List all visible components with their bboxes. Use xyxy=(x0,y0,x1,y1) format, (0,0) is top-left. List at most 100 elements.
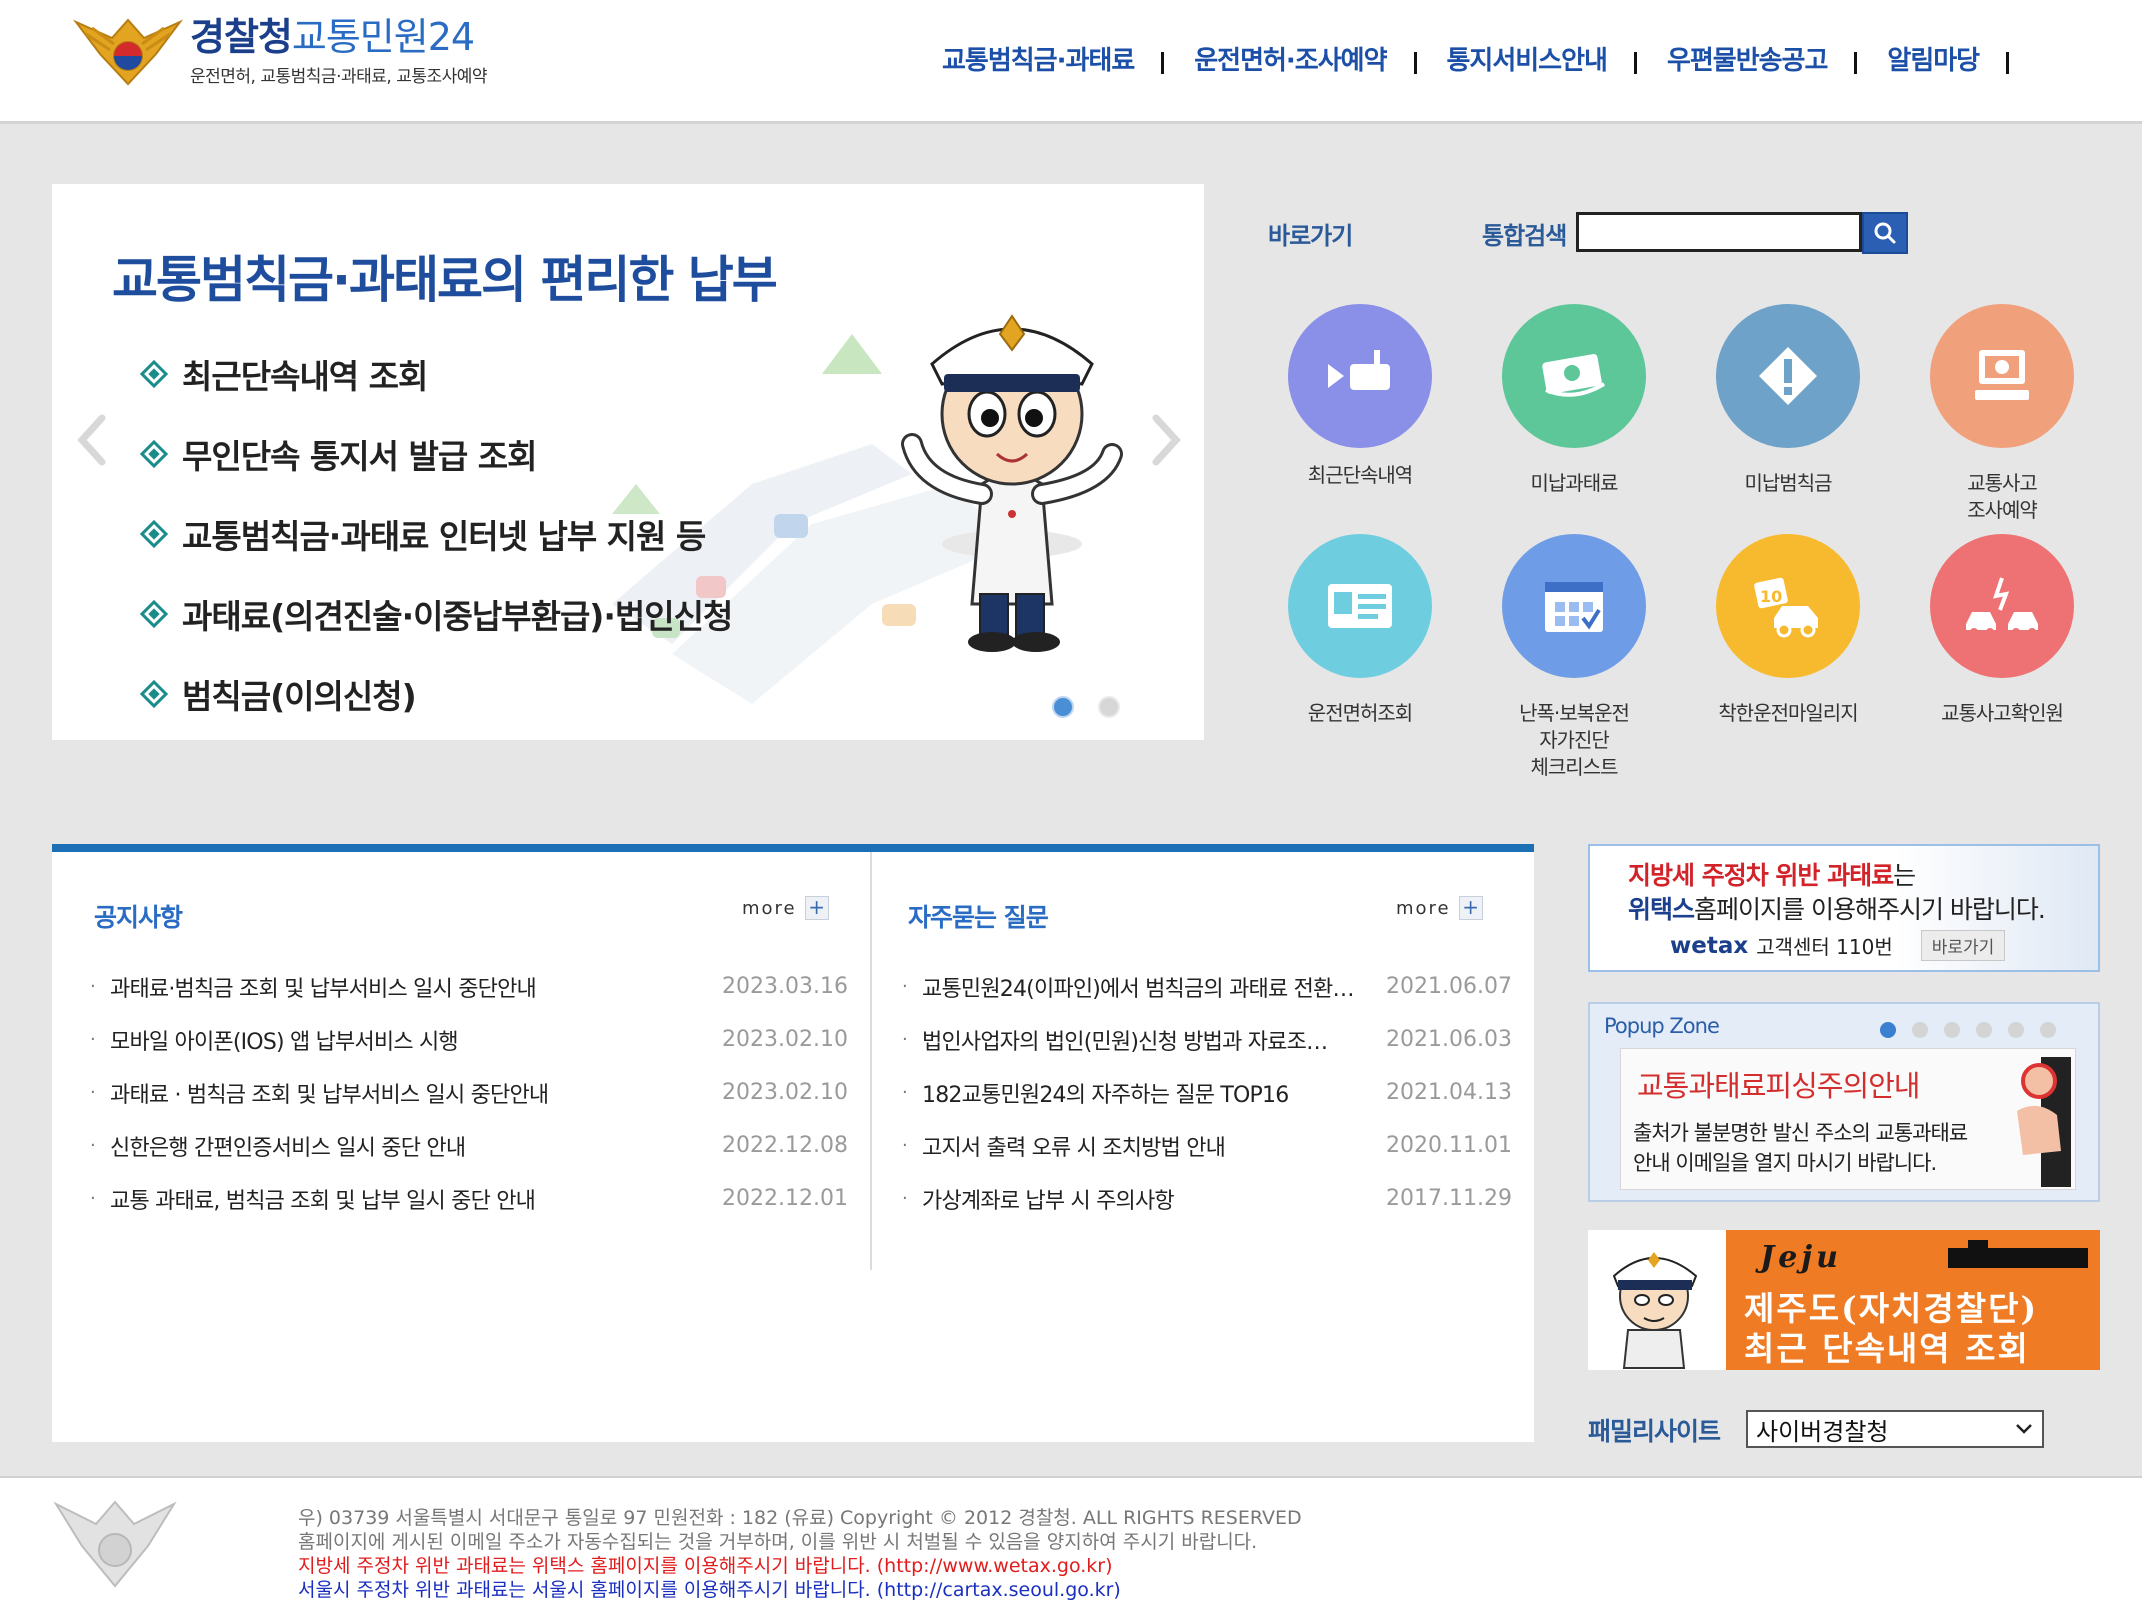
computer-icon xyxy=(1930,304,2074,448)
popup-dot-6[interactable] xyxy=(2040,1022,2056,1038)
popup-indicator xyxy=(1880,1022,2072,1038)
car-crash-icon xyxy=(1930,534,2074,678)
jeju-signature: Jeju xyxy=(1760,1240,1842,1275)
warning-icon xyxy=(1716,304,1860,448)
svg-text:10: 10 xyxy=(1760,587,1782,606)
quick-recent-violations[interactable]: 최근단속내역 xyxy=(1280,304,1440,489)
notice-row[interactable]: · 과태료·범칙금 조회 및 납부서비스 일시 중단안내 2023.03.16 xyxy=(90,960,848,1013)
notice-row[interactable]: · 모바일 아이폰(IOS) 앱 납부서비스 시행 2023.02.10 xyxy=(90,1013,848,1066)
quick-unpaid-fines[interactable]: 미납과태료 xyxy=(1494,304,1654,497)
faq-list: · 교통민원24(이파인)에서 범칙금의 과태료 전환… 2021.06.07 · 법… xyxy=(902,960,1512,1225)
calendar-check-icon xyxy=(1502,534,1646,678)
nav-notification-service[interactable]: 통지서비스안내 xyxy=(1417,40,1638,77)
footer-email-notice: 홈페이지에 게시된 이메일 주소가 자동수집되는 것을 거부하며, 이를 위반 … xyxy=(298,1531,1258,1553)
hero-service-list: 최근단속내역 조회 무인단속 통지서 발급 조회 교통범칙금·과태료 인터넷 납… xyxy=(139,334,733,734)
popup-zone-title: Popup Zone xyxy=(1604,1014,1720,1038)
phishing-notice-banner[interactable]: 교통과태료피싱주의안내 출처가 불분명한 발신 주소의 교통과태료 안내 이메일… xyxy=(1620,1048,2076,1190)
notice-board: 공지사항 more + · 과태료·범칙금 조회 및 납부서비스 일시 중단안내 20… xyxy=(52,852,870,1272)
wetax-banner[interactable]: 지방세 주정차 위반 과태료는 위택스홈페이지를 이용해주시기 바랍니다. we… xyxy=(1588,844,2100,972)
nav-notice-board[interactable]: 알림마당 xyxy=(1857,40,2009,77)
notice-row[interactable]: · 교통 과태료, 범칙금 조회 및 납부 일시 중단 안내 2022.12.01 xyxy=(90,1172,848,1225)
hand-pointer-icon xyxy=(2017,1057,2071,1187)
faq-board: 자주묻는 질문 more + · 교통민원24(이파인)에서 범칙금의 과태료 전환… xyxy=(870,852,1534,1270)
board-section: 공지사항 more + · 과태료·범칙금 조회 및 납부서비스 일시 중단안내 20… xyxy=(52,844,1534,1442)
family-site-label: 패밀리사이트 xyxy=(1588,1417,1721,1446)
popup-dot-1[interactable] xyxy=(1880,1022,1896,1038)
quick-unpaid-penalties[interactable]: 미납범칙금 xyxy=(1708,304,1868,497)
nav-returned-mail[interactable]: 우편물반송공고 xyxy=(1637,40,1858,77)
plus-icon: + xyxy=(1458,896,1483,920)
nav-fines[interactable]: 교통범칙금·과태료 xyxy=(930,40,1165,77)
faq-row[interactable]: · 182교통민원24의 자주하는 질문 TOP16 2021.04.13 xyxy=(902,1066,1512,1119)
search-icon xyxy=(1874,222,1896,244)
hero-item-notice-issuance[interactable]: 무인단속 통지서 발급 조회 xyxy=(139,414,732,494)
police-mascot-icon xyxy=(1612,1252,1698,1369)
faq-board-title: 자주묻는 질문 xyxy=(908,903,1049,932)
police-emblem-footer-icon xyxy=(53,1500,177,1588)
hero-item-fine-application[interactable]: 과태료(의견진술·이중납부환급)·법인신청 xyxy=(139,574,733,654)
next-slide-arrow-icon[interactable] xyxy=(1146,410,1186,470)
search-input[interactable] xyxy=(1576,212,1862,252)
jeju-violation-banner[interactable]: Jeju 제주도(자치경찰단) 최근 단속내역 조회 xyxy=(1588,1230,2100,1370)
site-header: 경찰청교통민원24 운전면허, 교통범칙금·과태료, 교통조사예약 교통범칙금·… xyxy=(0,0,2142,124)
notice-row[interactable]: · 과태료 · 범칙금 조회 및 납부서비스 일시 중단안내 2023.02.10 xyxy=(90,1066,848,1119)
slide-dot-1[interactable] xyxy=(1052,696,1074,718)
nav-license-reservation[interactable]: 운전면허·조사예약 xyxy=(1164,40,1417,77)
notice-board-title: 공지사항 xyxy=(94,903,183,932)
faq-row[interactable]: · 고지서 출력 오류 시 조치방법 안내 2020.11.01 xyxy=(902,1119,1512,1172)
hero-slider: 교통범칙금·과태료의 편리한 납부 최근단속내역 조회 무인단속 통지서 발급 … xyxy=(52,184,1204,740)
faq-row[interactable]: · 법인사업자의 법인(민원)신청 방법과 자료조… 2021.06.03 xyxy=(902,1013,1512,1066)
site-footer: 우) 03739 서울특별시 서대문구 통일로 97 민원전화 : 182 (유… xyxy=(0,1476,2142,1624)
diamond-bullet-icon xyxy=(139,439,169,469)
diamond-bullet-icon xyxy=(139,519,169,549)
plus-icon: + xyxy=(804,896,829,920)
search-label: 통합검색 xyxy=(1482,222,1567,250)
popup-dot-2[interactable] xyxy=(1912,1022,1928,1038)
notice-list: · 과태료·범칙금 조회 및 납부서비스 일시 중단안내 2023.03.16 · 모… xyxy=(90,960,848,1225)
slide-dot-2[interactable] xyxy=(1098,696,1120,718)
slide-indicator xyxy=(1052,696,1144,718)
quick-license-lookup[interactable]: 운전면허조회 xyxy=(1280,534,1440,727)
faq-more-button[interactable]: more + xyxy=(1396,896,1483,920)
mileage-car-icon: 10 xyxy=(1716,534,1860,678)
quick-safe-driving-mileage[interactable]: 10 착한운전마일리지 xyxy=(1708,534,1868,727)
popup-dot-4[interactable] xyxy=(1976,1022,1992,1038)
notice-row[interactable]: · 신한은행 간편인증서비스 일시 중단 안내 2022.12.08 xyxy=(90,1119,848,1172)
hero-item-online-payment[interactable]: 교통범칙금·과태료 인터넷 납부 지원 등 xyxy=(139,494,732,574)
hero-item-objection[interactable]: 범칙금(이의신청) xyxy=(139,654,732,734)
main-nav: 교통범칙금·과태료 운전면허·조사예약 통지서비스안내 우편물반송공고 알림마당 xyxy=(930,36,2009,80)
quick-accident-reservation[interactable]: 교통사고 조사예약 xyxy=(1922,304,2082,524)
diamond-bullet-icon xyxy=(139,599,169,629)
hero-item-recent-violations[interactable]: 최근단속내역 조회 xyxy=(139,334,732,414)
family-site-select[interactable]: 사이버경찰청 xyxy=(1746,1410,2044,1448)
faq-row[interactable]: · 교통민원24(이파인)에서 범칙금의 과태료 전환… 2021.06.07 xyxy=(902,960,1512,1013)
quick-reckless-driving-checklist[interactable]: 난폭·보복운전 자가진단 체크리스트 xyxy=(1494,534,1654,781)
diamond-bullet-icon xyxy=(139,359,169,389)
site-logo[interactable]: 경찰청교통민원24 운전면허, 교통범칙금·과태료, 교통조사예약 xyxy=(72,14,532,98)
popup-zone: Popup Zone 교통과태료피싱주의안내 출처가 불분명한 발신 주소의 교… xyxy=(1588,1002,2100,1202)
chevron-down-icon xyxy=(2016,1424,2032,1434)
money-icon xyxy=(1502,304,1646,448)
wetax-go-button[interactable]: 바로가기 xyxy=(1920,930,2006,961)
footer-seoul-notice[interactable]: 서울시 주정차 위반 과태료는 서울시 홈페이지를 이용해주시기 바랍니다. (… xyxy=(298,1578,1302,1602)
popup-dot-5[interactable] xyxy=(2008,1022,2024,1038)
popup-dot-3[interactable] xyxy=(1944,1022,1960,1038)
speed-camera-icon xyxy=(1948,1240,2088,1268)
hero-title: 교통범칙금·과태료의 편리한 납부 xyxy=(112,251,778,309)
logo-subtitle: 운전면허, 교통범칙금·과태료, 교통조사예약 xyxy=(190,67,488,87)
police-emblem-icon xyxy=(72,18,184,86)
footer-wetax-notice[interactable]: 지방세 주정차 위반 과태료는 위택스 홈페이지를 이용해주시기 바랍니다. (… xyxy=(298,1554,1302,1578)
wetax-logo: wetax xyxy=(1670,932,1749,959)
faq-row[interactable]: · 가상계좌로 납부 시 주의사항 2017.11.29 xyxy=(902,1172,1512,1225)
camera-icon xyxy=(1288,304,1432,448)
footer-address: 우) 03739 서울특별시 서대문구 통일로 97 민원전화 : 182 (유… xyxy=(298,1507,1302,1529)
quick-links-label: 바로가기 xyxy=(1268,222,1353,250)
search-button[interactable] xyxy=(1862,212,1908,254)
quick-accident-certificate[interactable]: 교통사고확인원 xyxy=(1922,534,2082,727)
license-card-icon xyxy=(1288,534,1432,678)
prev-slide-arrow-icon[interactable] xyxy=(72,410,112,470)
logo-title: 경찰청교통민원24 xyxy=(190,15,475,59)
diamond-bullet-icon xyxy=(139,679,169,709)
notice-more-button[interactable]: more + xyxy=(742,896,829,920)
footer-info: 우) 03739 서울특별시 서대문구 통일로 97 민원전화 : 182 (유… xyxy=(298,1506,1302,1602)
